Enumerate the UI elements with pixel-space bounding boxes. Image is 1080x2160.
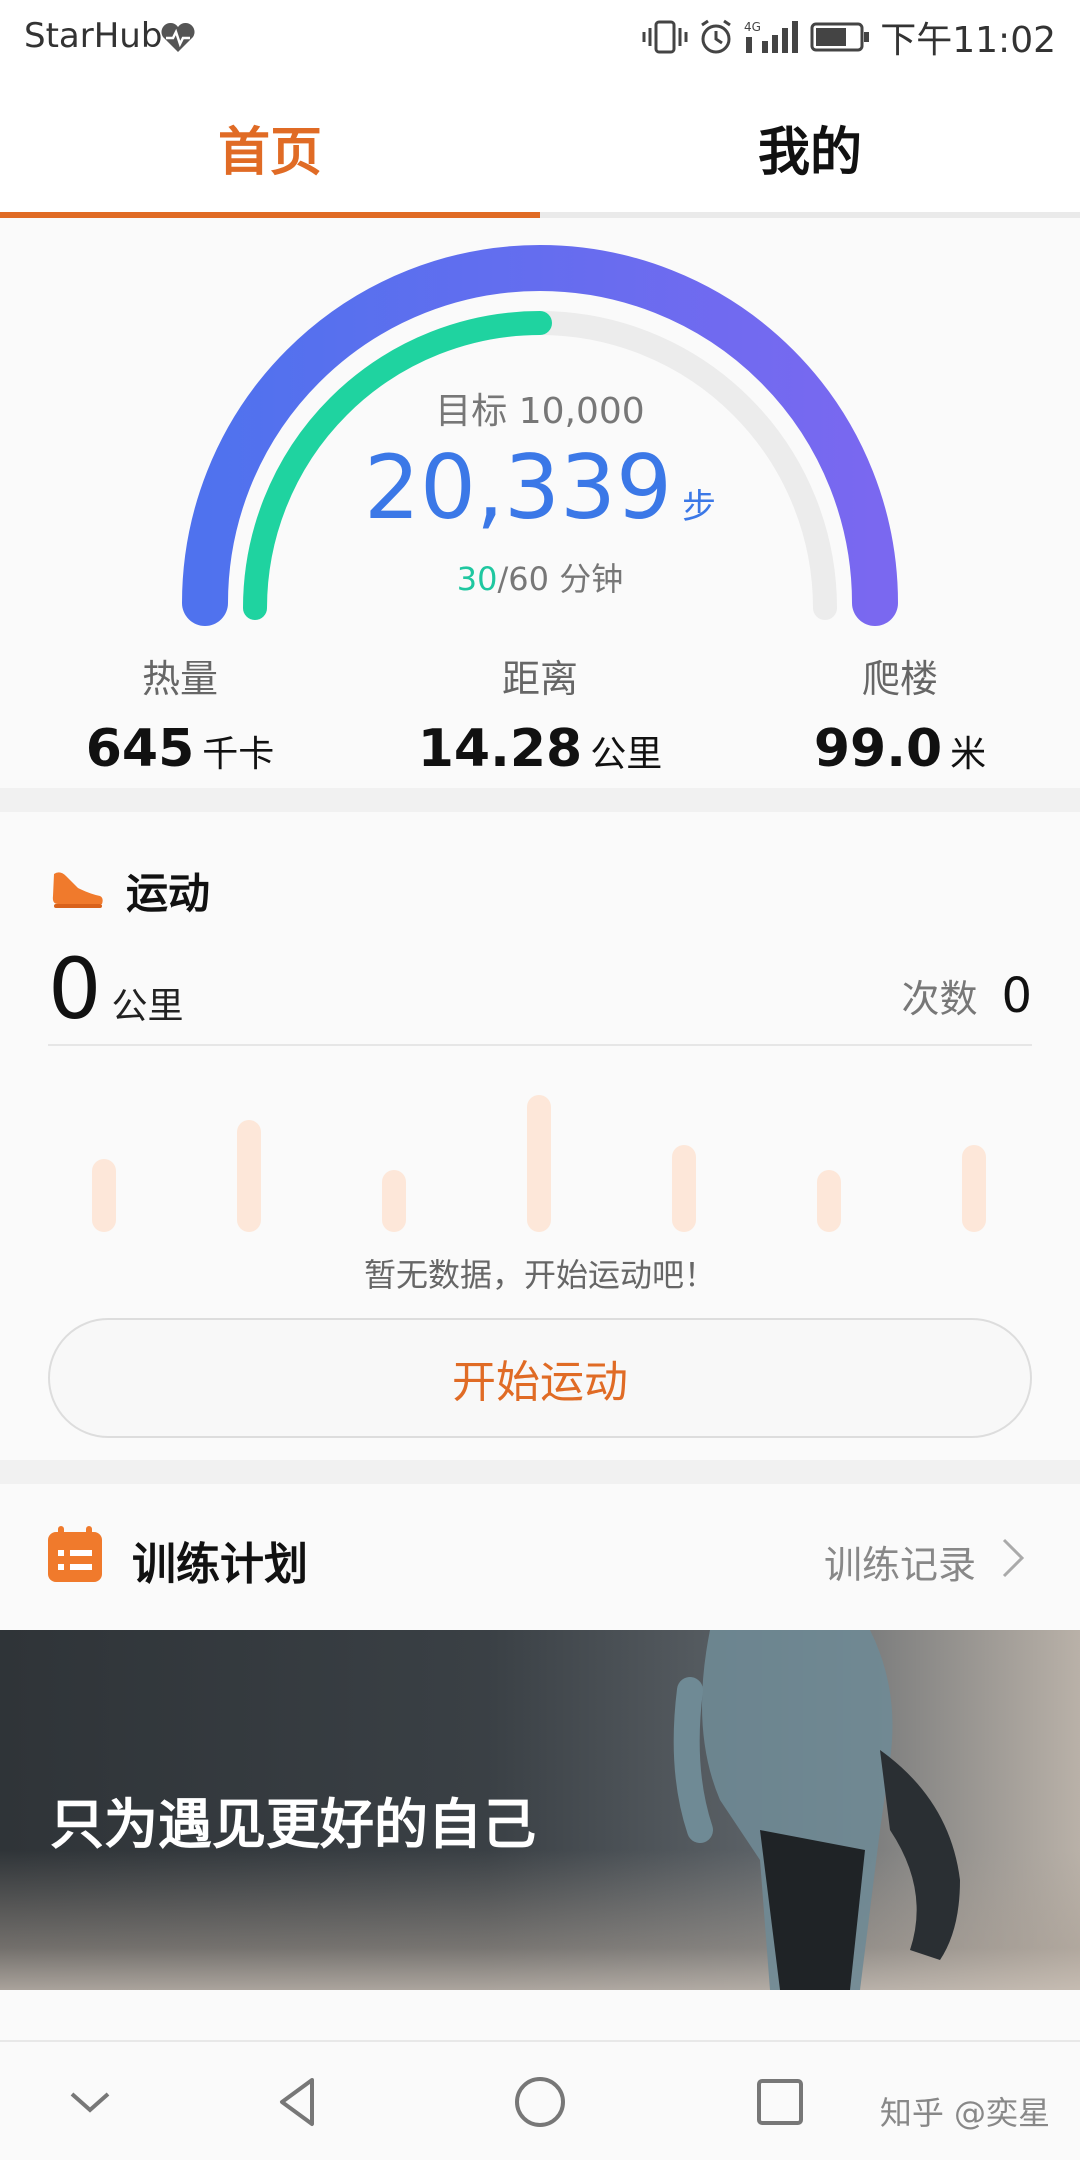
tab-home[interactable]: 首页	[0, 76, 540, 218]
stat-distance-label: 距离	[501, 657, 578, 701]
stat-calories-value: 645	[85, 719, 195, 779]
empty-data-message: 暂无数据，开始运动吧！	[363, 1256, 716, 1294]
stat-floors-label: 爬楼	[861, 657, 938, 701]
signal-icon: 4G	[744, 20, 799, 53]
placeholder-bar	[527, 1095, 551, 1232]
step-count: 20,339	[364, 436, 672, 539]
placeholder-bar	[672, 1145, 696, 1232]
alarm-icon	[701, 19, 732, 54]
system-nav-bar: 知乎 @奕星	[0, 2040, 1080, 2160]
content-bottom-spacer	[0, 1990, 1080, 2040]
watermark: 知乎 @奕星	[879, 2094, 1050, 2132]
carrier-name: StarHub	[24, 16, 163, 56]
network-type-label: 4G	[744, 20, 761, 34]
tab-home-label: 首页	[217, 122, 322, 183]
home-icon[interactable]	[508, 2070, 572, 2134]
stat-floors-unit: 米	[950, 734, 987, 775]
sport-title: 运动	[126, 869, 211, 918]
placeholder-bar-chart	[0, 1052, 1080, 1232]
battery-icon	[810, 22, 870, 52]
tab-mine[interactable]: 我的	[540, 76, 1080, 218]
runner-photo	[673, 1630, 960, 1990]
stat-calories: 热量 645 千卡	[0, 648, 360, 779]
stat-calories-unit: 千卡	[202, 734, 275, 775]
stat-floors: 爬楼 99.0 米	[720, 648, 1080, 779]
sport-count-value: 0	[1001, 968, 1032, 1024]
step-goal: 目标 10,000	[435, 391, 645, 432]
divider	[48, 1044, 1032, 1046]
motivation-banner[interactable]: 只为遇见更好的自己	[0, 1630, 1080, 1990]
stat-distance-value: 14.28	[417, 719, 583, 779]
placeholder-bar	[237, 1120, 261, 1232]
placeholder-bar	[382, 1170, 406, 1232]
banner-title: 只为遇见更好的自己	[50, 1793, 536, 1856]
sport-distance-unit: 公里	[111, 986, 184, 1027]
sport-count-row: 次数 0	[901, 968, 1032, 1024]
minutes-done: 30	[456, 560, 498, 598]
stat-distance: 距离 14.28 公里	[360, 648, 720, 779]
clock: 下午11:02	[880, 20, 1056, 61]
active-minutes: 30/60 分钟	[0, 554, 1080, 600]
heart-rate-icon	[161, 22, 195, 52]
placeholder-bar	[92, 1159, 116, 1232]
hide-nav-icon[interactable]	[58, 2070, 122, 2134]
stat-floors-value: 99.0	[813, 719, 943, 779]
top-tabs: 首页 我的	[0, 76, 1080, 218]
status-icons: 4G 下午11:02	[642, 14, 1056, 61]
stat-calories-label: 热量	[141, 657, 218, 701]
minutes-total: /60 分钟	[497, 560, 624, 598]
stat-distance-unit: 公里	[590, 734, 663, 775]
sport-card[interactable]: 运动 0 公里 次数 0 暂无数据，开始运动吧！ 开始运动	[0, 812, 1080, 1460]
training-plan-icon	[48, 1526, 102, 1582]
training-record-link[interactable]: 训练记录	[824, 1534, 976, 1589]
tab-mine-label: 我的	[757, 122, 862, 183]
sport-distance-row: 0 公里	[48, 940, 183, 1038]
step-count-row: 20,339 步	[0, 436, 1080, 539]
steps-card[interactable]: 目标 10,000 20,339 步 30/60 分钟 热量 645 千卡 距离 1…	[0, 218, 1080, 788]
placeholder-bar	[962, 1145, 986, 1232]
chevron-right-icon[interactable]	[998, 1536, 1028, 1580]
training-plan-row[interactable]: 训练计划 训练记录	[0, 1484, 1080, 1630]
placeholder-bar	[817, 1170, 841, 1232]
training-plan-title: 训练计划	[132, 1539, 308, 1590]
status-bar: StarHub 4G 下午11:02	[0, 0, 1080, 76]
recents-icon[interactable]	[748, 2070, 812, 2134]
sport-count-label: 次数	[901, 977, 978, 1021]
sport-distance: 0	[48, 940, 102, 1038]
back-icon[interactable]	[268, 2070, 332, 2134]
start-workout-button[interactable]: 开始运动	[48, 1318, 1032, 1438]
vibrate-icon	[642, 20, 688, 54]
step-unit: 步	[681, 487, 716, 527]
running-shoe-icon	[52, 872, 103, 908]
